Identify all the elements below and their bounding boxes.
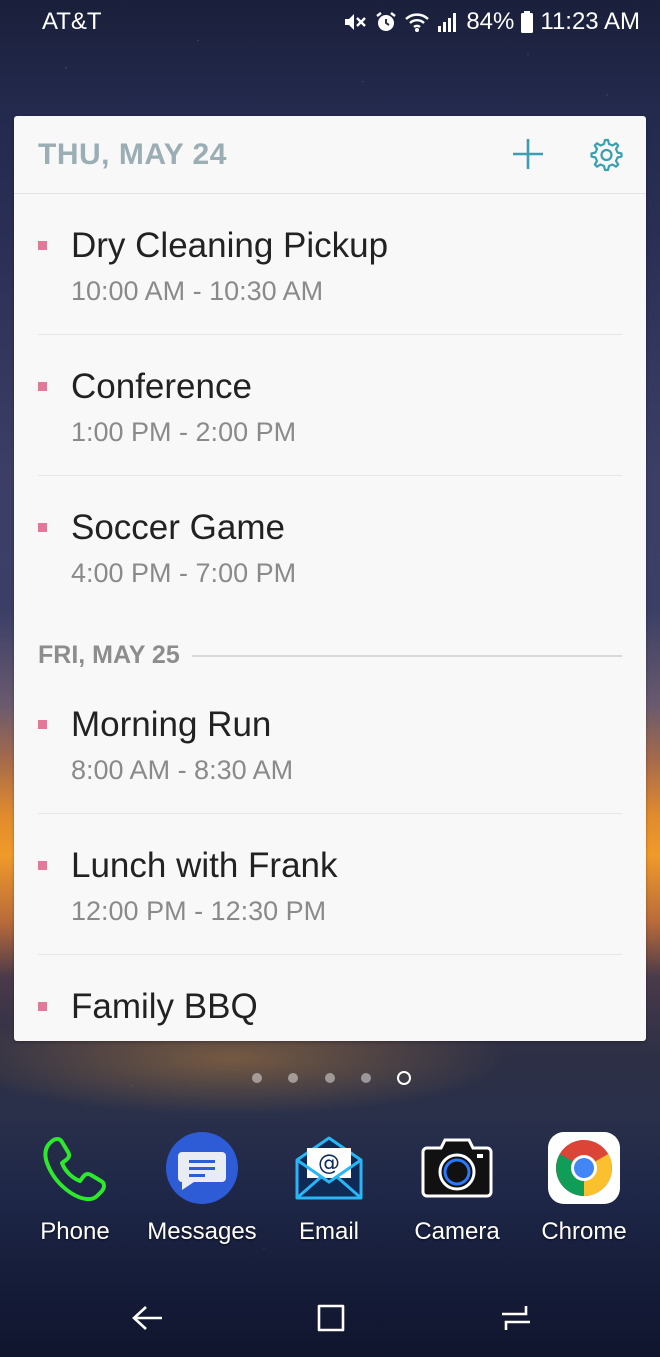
event-item[interactable]: Conference 1:00 PM - 2:00 PM: [38, 335, 622, 476]
event-color-marker: [38, 523, 47, 532]
app-messages[interactable]: Messages: [138, 1130, 266, 1246]
app-label: Email: [298, 1218, 359, 1245]
app-label: Chrome: [541, 1218, 627, 1245]
signal-icon: [438, 13, 457, 32]
wifi-icon: [405, 13, 430, 32]
page-dot[interactable]: [361, 1073, 371, 1083]
event-title: Lunch with Frank: [71, 846, 338, 885]
battery-icon: [521, 11, 534, 33]
camera-icon[interactable]: [419, 1130, 495, 1206]
app-camera[interactable]: Camera: [393, 1130, 521, 1246]
event-title: Family BBQ: [71, 987, 258, 1026]
event-item[interactable]: Soccer Game 4:00 PM - 7:00 PM: [38, 476, 622, 616]
messages-icon[interactable]: [164, 1130, 240, 1206]
app-phone[interactable]: Phone: [11, 1130, 139, 1246]
event-color-marker: [38, 241, 47, 250]
navigation-bar: [0, 1290, 660, 1350]
event-color-marker: [38, 720, 47, 729]
event-item[interactable]: Family BBQ: [38, 955, 622, 1041]
event-time: 1:00 PM - 2:00 PM: [71, 417, 297, 447]
widget-date: THU, MAY 24: [38, 138, 227, 171]
event-item[interactable]: Lunch with Frank 12:00 PM - 12:30 PM: [38, 814, 622, 955]
app-label: Phone: [40, 1218, 110, 1245]
event-title: Soccer Game: [71, 508, 285, 547]
status-bar: AT&T 84% 11:23 AM: [0, 0, 660, 46]
event-title: Dry Cleaning Pickup: [71, 226, 389, 265]
day-label: FRI, MAY 25: [38, 641, 192, 670]
app-label: Messages: [147, 1218, 257, 1245]
recents-icon[interactable]: [496, 1298, 536, 1338]
widget-header: THU, MAY 24: [14, 116, 646, 194]
page-dot[interactable]: [252, 1073, 262, 1083]
event-item[interactable]: Morning Run 8:00 AM - 8:30 AM: [38, 673, 622, 814]
alarm-icon: [376, 12, 397, 31]
event-color-marker: [38, 861, 47, 870]
event-title: Morning Run: [71, 705, 272, 744]
email-icon[interactable]: @: [291, 1130, 367, 1206]
settings-gear-icon[interactable]: [586, 136, 624, 174]
svg-text:@: @: [318, 1151, 340, 1176]
clock: 11:23 AM: [540, 8, 640, 35]
calendar-widget[interactable]: THU, MAY 24 Dry Cleaning Pickup 10:00 AM…: [14, 116, 646, 1041]
battery-percent: 84%: [466, 8, 515, 35]
add-event-icon[interactable]: [510, 136, 546, 172]
back-icon[interactable]: [128, 1298, 168, 1338]
event-time: 12:00 PM - 12:30 PM: [71, 896, 327, 926]
mute-icon: [345, 14, 367, 30]
event-color-marker: [38, 382, 47, 391]
event-time: 8:00 AM - 8:30 AM: [71, 755, 294, 785]
page-indicator[interactable]: [250, 1068, 420, 1086]
page-dot[interactable]: [325, 1073, 335, 1083]
app-email[interactable]: @ Email: [265, 1130, 393, 1246]
app-label: Camera: [414, 1218, 500, 1245]
app-chrome[interactable]: Chrome: [520, 1130, 648, 1246]
phone-icon[interactable]: [37, 1130, 113, 1206]
divider-line: [186, 655, 622, 657]
event-title: Conference: [71, 367, 252, 406]
event-time: 4:00 PM - 7:00 PM: [71, 558, 297, 588]
event-time: 10:00 AM - 10:30 AM: [71, 276, 324, 306]
chrome-icon[interactable]: [546, 1130, 622, 1206]
event-item[interactable]: Dry Cleaning Pickup 10:00 AM - 10:30 AM: [38, 194, 622, 335]
page-dot[interactable]: [288, 1073, 298, 1083]
event-color-marker: [38, 1002, 47, 1011]
app-dock: Phone Messages @ Email Camera Chrome: [0, 1130, 660, 1250]
carrier-label: AT&T: [42, 8, 102, 35]
home-icon[interactable]: [311, 1298, 351, 1338]
day-divider: FRI, MAY 25: [38, 639, 622, 675]
page-dot-active[interactable]: [397, 1071, 411, 1085]
